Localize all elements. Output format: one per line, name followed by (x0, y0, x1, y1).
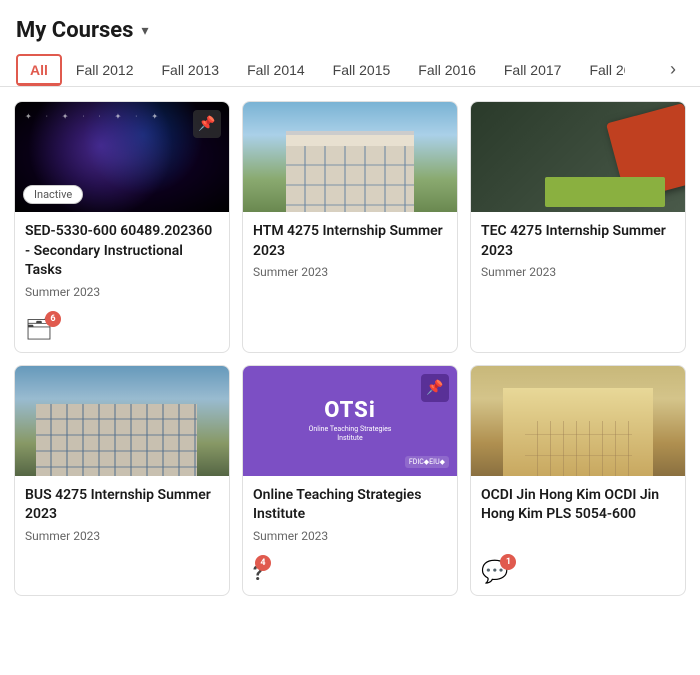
course-image-1: 📌 Inactive (15, 102, 229, 212)
card-body-5: Online Teaching Strategies Institute Sum… (243, 476, 457, 555)
course-image-4 (15, 366, 229, 476)
card-footer-5: ? 4 (243, 555, 457, 595)
tab-fall-2014[interactable]: Fall 2014 (233, 54, 319, 86)
tab-fall-2018[interactable]: Fall 20… (575, 54, 625, 86)
tab-fall-2015[interactable]: Fall 2015 (319, 54, 405, 86)
card-footer-1: 🗂 6 (15, 311, 229, 352)
course-semester-4: Summer 2023 (25, 529, 219, 543)
page-title: My Courses (16, 18, 133, 43)
courses-grid: 📌 Inactive SED-5330-600 60489.202360 - S… (0, 87, 700, 610)
course-image-5: OTSi Online Teaching Strategies Institut… (243, 366, 457, 476)
course-title-2: HTM 4275 Internship Summer 2023 (253, 222, 447, 261)
course-image-2 (243, 102, 457, 212)
card-footer-4 (15, 559, 229, 595)
card-body-1: SED-5330-600 60489.202360 - Secondary In… (15, 212, 229, 311)
course-title-4: BUS 4275 Internship Summer 2023 (25, 486, 219, 525)
page-container: My Courses ▾ All Fall 2012 Fall 2013 Fal… (0, 0, 700, 610)
course-semester-1: Summer 2023 (25, 285, 219, 299)
course-badge-5: ? 4 (253, 561, 263, 585)
card-footer-6: 💬 1 (471, 554, 685, 595)
course-semester-5: Summer 2023 (253, 529, 447, 543)
tabs-next-button[interactable]: › (662, 53, 684, 86)
card-footer-3 (471, 316, 685, 352)
course-title-5: Online Teaching Strategies Institute (253, 486, 447, 525)
pin-icon-5: 📌 (421, 374, 449, 402)
course-image-3 (471, 102, 685, 212)
header: My Courses ▾ (0, 0, 700, 53)
card-body-3: TEC 4275 Internship Summer 2023 Summer 2… (471, 212, 685, 316)
course-semester-3: Summer 2023 (481, 265, 675, 279)
pin-icon: 📌 (193, 110, 221, 138)
course-image-6 (471, 366, 685, 476)
badge-count-5: 4 (255, 555, 271, 571)
card-body-2: HTM 4275 Internship Summer 2023 Summer 2… (243, 212, 457, 316)
tab-all[interactable]: All (16, 54, 62, 86)
badge-count-6: 1 (500, 554, 516, 570)
inactive-badge: Inactive (23, 185, 83, 204)
chevron-down-icon[interactable]: ▾ (141, 23, 148, 39)
course-card-5[interactable]: OTSi Online Teaching Strategies Institut… (242, 365, 458, 596)
otsi-name: OTSi (324, 398, 376, 423)
tab-fall-2016[interactable]: Fall 2016 (404, 54, 490, 86)
course-badge-1: 🗂 6 (25, 317, 53, 342)
card-footer-2 (243, 316, 457, 352)
badge-count-1: 6 (45, 311, 61, 327)
tabs-bar: All Fall 2012 Fall 2013 Fall 2014 Fall 2… (0, 53, 700, 87)
card-body-4: BUS 4275 Internship Summer 2023 Summer 2… (15, 476, 229, 559)
course-title-6: OCDI Jin Hong Kim OCDI Jin Hong Kim PLS … (481, 486, 675, 525)
course-card-6[interactable]: OCDI Jin Hong Kim OCDI Jin Hong Kim PLS … (470, 365, 686, 596)
course-semester-2: Summer 2023 (253, 265, 447, 279)
course-card-2[interactable]: HTM 4275 Internship Summer 2023 Summer 2… (242, 101, 458, 353)
course-badge-6: 💬 1 (481, 560, 508, 585)
otsi-subtitle: Online Teaching Strategies Institute (300, 425, 400, 443)
card-body-6: OCDI Jin Hong Kim OCDI Jin Hong Kim PLS … (471, 476, 685, 554)
fdic-logo: FDIC◆EIU◆ (405, 456, 449, 468)
course-card-3[interactable]: TEC 4275 Internship Summer 2023 Summer 2… (470, 101, 686, 353)
tab-fall-2013[interactable]: Fall 2013 (147, 54, 233, 86)
course-card-4[interactable]: BUS 4275 Internship Summer 2023 Summer 2… (14, 365, 230, 596)
course-title-3: TEC 4275 Internship Summer 2023 (481, 222, 675, 261)
course-title-1: SED-5330-600 60489.202360 - Secondary In… (25, 222, 219, 281)
tab-fall-2012[interactable]: Fall 2012 (62, 54, 148, 86)
course-card-1[interactable]: 📌 Inactive SED-5330-600 60489.202360 - S… (14, 101, 230, 353)
tab-fall-2017[interactable]: Fall 2017 (490, 54, 576, 86)
